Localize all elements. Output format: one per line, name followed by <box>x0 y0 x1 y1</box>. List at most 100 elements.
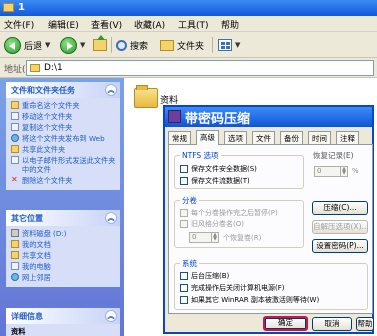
delete-icon: ✕ <box>11 175 18 184</box>
back-label: 后退 <box>24 41 43 52</box>
menu-bar: 文件(F) 编辑(E) 查看(V) 收藏(A) 工具(T) 帮助 <box>0 16 377 32</box>
task-delete-folder[interactable]: ✕ 删除这个文件夹 <box>11 175 116 186</box>
my-documents-icon <box>11 240 19 248</box>
up-button[interactable] <box>93 35 107 54</box>
other-places-header[interactable]: 其它位置 ︽ <box>6 210 120 226</box>
place-label: 我的电脑 <box>22 262 51 271</box>
recovery-record-group: 恢复记录(E) 0 ▲ ▼ % <box>309 150 368 189</box>
spinner-arrows-icon[interactable]: ▲ ▼ <box>340 167 347 176</box>
menu-tools[interactable]: 工具(T) <box>178 18 209 31</box>
task-label: 删除这个文件夹 <box>22 176 73 185</box>
task-publish-folder[interactable]: 将这个文件夹发布到 Web <box>11 134 116 143</box>
task-copy-folder[interactable]: 复制这个文件夹 <box>11 123 116 132</box>
pause-after-volume-checkbox[interactable]: 每个分卷操作完之后暂停(P) <box>180 208 278 218</box>
tab-advanced[interactable]: 高级 <box>196 130 219 145</box>
folder-up-icon <box>93 35 107 51</box>
tab-backup[interactable]: 备份 <box>280 131 303 144</box>
save-streams-checkbox[interactable]: 保存文件流数据(T) <box>180 176 250 186</box>
place-data-drive[interactable]: 资料磁盘 (D:) <box>11 229 116 238</box>
other-places-panel: 其它位置 ︽ 资料磁盘 (D:) 我的文档 共享文档 我的电脑 网上邻居 <box>6 210 120 287</box>
menu-file[interactable]: 文件(F) <box>4 18 34 31</box>
details-header[interactable]: 详细信息 ︽ <box>6 308 120 324</box>
help-button[interactable]: 帮助 <box>356 317 374 331</box>
set-password-button[interactable]: 设置密码(P)... <box>312 239 368 253</box>
task-label: 以电子邮件形式发送此文件夹中的文件 <box>22 156 116 174</box>
power-off-when-done-checkbox[interactable]: 完成操作后关闭计算机电源(F) <box>180 283 285 293</box>
recovery-record-spinner[interactable]: 0 ▲ ▼ <box>314 166 348 177</box>
task-pane: 文件和文件夹任务 ︽ 重命名这个文件夹 移动这个文件夹 复制这个文件夹 将这个文… <box>0 78 124 336</box>
back-arrow-icon <box>4 36 21 54</box>
collapse-icon[interactable]: ︽ <box>105 212 117 224</box>
checkbox-box <box>180 220 188 228</box>
ok-button[interactable]: 确定 <box>263 316 308 331</box>
self-extract-options-button[interactable]: 自解压选项(X)... <box>312 220 369 234</box>
background-compress-checkbox[interactable]: 后台压缩(B) <box>180 271 229 281</box>
menu-help[interactable]: 帮助 <box>221 18 239 31</box>
checkbox-label: 后台压缩(B) <box>191 272 230 280</box>
place-network[interactable]: 网上邻居 <box>11 273 116 282</box>
archive-dialog: 带密码压缩 常规 高级 选项 文件 备份 时间 注释 NTFS 选项 保存文件安… <box>163 105 374 334</box>
back-dropdown-icon[interactable]: ▼ <box>45 41 50 49</box>
folders-button[interactable]: 文件夹 <box>160 36 204 54</box>
old-style-names-checkbox[interactable]: 旧风格分卷名(O) <box>180 219 244 229</box>
forward-button[interactable]: ▼ <box>60 36 85 54</box>
tab-files[interactable]: 文件 <box>252 131 275 144</box>
save-security-checkbox[interactable]: 保存文件安全数据(S) <box>180 164 257 174</box>
tab-general[interactable]: 常规 <box>168 131 191 144</box>
place-label: 网上邻居 <box>22 273 51 282</box>
place-label: 资料磁盘 (D:) <box>22 229 67 238</box>
checkbox-box <box>180 209 188 217</box>
tab-time[interactable]: 时间 <box>308 131 331 144</box>
collapse-icon[interactable]: ︽ <box>105 84 117 96</box>
search-button[interactable]: 搜索 <box>116 36 148 54</box>
ntfs-options-label: NTFS 选项 <box>180 150 221 161</box>
menu-edit[interactable]: 编辑(E) <box>48 18 79 31</box>
task-label: 重命名这个文件夹 <box>22 101 80 110</box>
address-field[interactable]: D:\1 <box>26 60 374 76</box>
window-titlebar[interactable]: 1 <box>0 0 377 16</box>
task-email-files[interactable]: 以电子邮件形式发送此文件夹中的文件 <box>11 156 116 174</box>
folder-icon[interactable] <box>134 85 158 108</box>
place-my-documents[interactable]: 我的文档 <box>11 240 116 249</box>
menu-favorites[interactable]: 收藏(A) <box>134 18 165 31</box>
tab-comment[interactable]: 注释 <box>336 131 359 144</box>
place-shared-documents[interactable]: 共享文档 <box>11 251 116 260</box>
ntfs-options-group: NTFS 选项 保存文件安全数据(S) 保存文件流数据(T) <box>174 150 304 189</box>
forward-dropdown-icon[interactable]: ▼ <box>80 41 85 49</box>
search-icon <box>116 39 127 51</box>
recovery-volumes-label: 个恢复卷(R) <box>223 234 262 242</box>
cancel-button[interactable]: 取消 <box>312 317 352 331</box>
folder-icon <box>3 3 14 12</box>
checkbox-box <box>180 177 188 185</box>
compression-button[interactable]: 压缩(C)... <box>312 201 368 215</box>
checkbox-box <box>180 165 188 173</box>
back-button[interactable]: 后退 ▼ <box>4 36 50 54</box>
task-move-folder[interactable]: 移动这个文件夹 <box>11 112 116 121</box>
views-button[interactable]: ▼ <box>218 36 240 54</box>
task-label: 复制这个文件夹 <box>22 123 73 132</box>
tab-options[interactable]: 选项 <box>224 131 247 144</box>
toolbar-separator <box>111 37 112 53</box>
task-rename-folder[interactable]: 重命名这个文件夹 <box>11 101 116 110</box>
network-icon <box>11 273 19 281</box>
forward-arrow-icon <box>60 36 77 54</box>
collapse-icon[interactable]: ︽ <box>105 310 117 322</box>
details-panel: 详细信息 ︽ 资料 <box>6 308 120 336</box>
views-dropdown-icon[interactable]: ▼ <box>235 41 240 49</box>
spinner-arrows-icon[interactable]: ▲ ▼ <box>211 233 218 242</box>
place-label: 我的文档 <box>22 240 51 249</box>
place-my-computer[interactable]: 我的电脑 <box>11 262 116 271</box>
dialog-titlebar[interactable]: 带密码压缩 <box>165 107 372 127</box>
menu-view[interactable]: 查看(V) <box>91 18 122 31</box>
volumes-label: 分卷 <box>180 195 199 206</box>
task-share-folder[interactable]: 共享此文件夹 <box>11 145 116 154</box>
address-value: D:\1 <box>44 63 63 73</box>
wait-other-winrar-checkbox[interactable]: 如果其它 WinRAR 副本被激活则等待(W) <box>180 295 319 305</box>
views-icon <box>218 39 232 51</box>
file-tasks-header[interactable]: 文件和文件夹任务 ︽ <box>6 82 120 98</box>
file-tasks-panel: 文件和文件夹任务 ︽ 重命名这个文件夹 移动这个文件夹 复制这个文件夹 将这个文… <box>6 82 120 190</box>
details-title: 详细信息 <box>11 312 43 321</box>
system-group: 系统 后台压缩(B) 完成操作后关闭计算机电源(F) 如果其它 WinRAR 副… <box>174 258 368 310</box>
task-label: 将这个文件夹发布到 Web <box>22 134 105 143</box>
recovery-volumes-spinner[interactable]: 0 ▲ ▼ <box>189 232 219 243</box>
